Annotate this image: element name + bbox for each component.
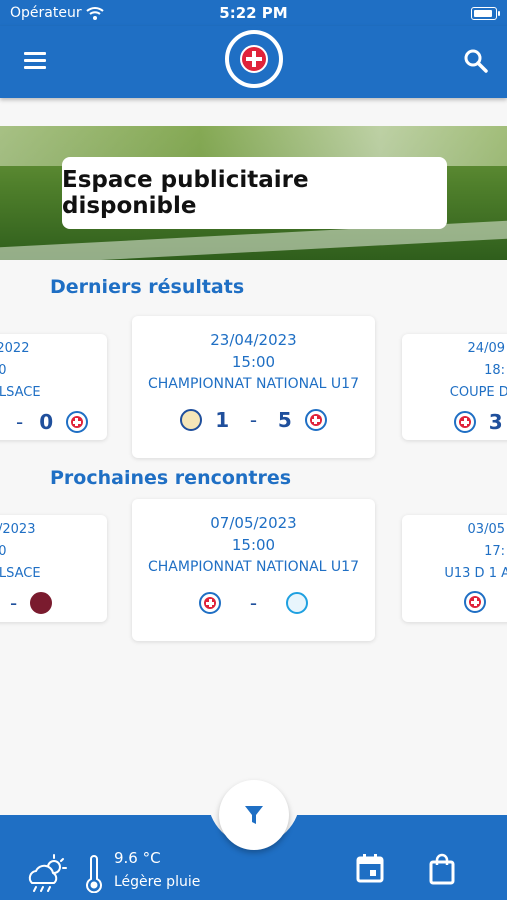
club-logo[interactable] xyxy=(223,28,285,90)
weather-desc: Légère pluie xyxy=(114,874,201,890)
calendar-icon[interactable] xyxy=(356,853,384,883)
result-card-main[interactable]: 23/04/2023 15:00 CHAMPIONNAT NATIONAL U1… xyxy=(132,316,375,458)
lyon-crest-icon xyxy=(180,409,203,431)
thermometer-icon xyxy=(86,855,102,893)
club-crest-icon xyxy=(454,411,476,433)
menu-icon[interactable] xyxy=(24,52,46,69)
result-card-right[interactable]: 24/09 18: COUPE DE 3 xyxy=(402,334,507,440)
club-crest-icon xyxy=(464,591,486,613)
ad-text: Espace publicitaire disponible xyxy=(62,157,447,229)
opponent-crest-icon xyxy=(30,592,52,614)
club-crest-icon xyxy=(65,411,88,433)
results-title: Derniers résultats xyxy=(50,276,245,298)
temperature: 9.6 °C xyxy=(114,849,161,867)
battery-icon xyxy=(471,7,500,20)
club-crest-icon xyxy=(304,409,327,431)
strasbourg-crest-icon xyxy=(285,592,308,614)
club-crest-icon xyxy=(199,592,222,614)
app-bar xyxy=(0,26,507,98)
ad-banner[interactable]: Espace publicitaire disponible xyxy=(0,126,507,260)
upcoming-card-left[interactable]: /2023 00 ALSACE - xyxy=(0,515,107,622)
filter-button[interactable] xyxy=(219,780,289,850)
upcoming-card-right[interactable]: 03/05 17: U13 D 1 A xyxy=(402,515,507,622)
upcoming-title: Prochaines rencontres xyxy=(50,467,292,489)
result-card-left[interactable]: /2022 00 ALSACE -0 xyxy=(0,334,107,440)
search-icon[interactable] xyxy=(463,48,489,74)
filter-icon xyxy=(245,806,263,824)
clock: 5:22 PM xyxy=(219,4,288,22)
upcoming-card-main[interactable]: 07/05/2023 15:00 CHAMPIONNAT NATIONAL U1… xyxy=(132,499,375,641)
shopping-bag-icon[interactable] xyxy=(428,853,456,885)
weather-rain-icon xyxy=(28,854,67,892)
status-bar: Opérateur 5:22 PM xyxy=(0,0,507,26)
